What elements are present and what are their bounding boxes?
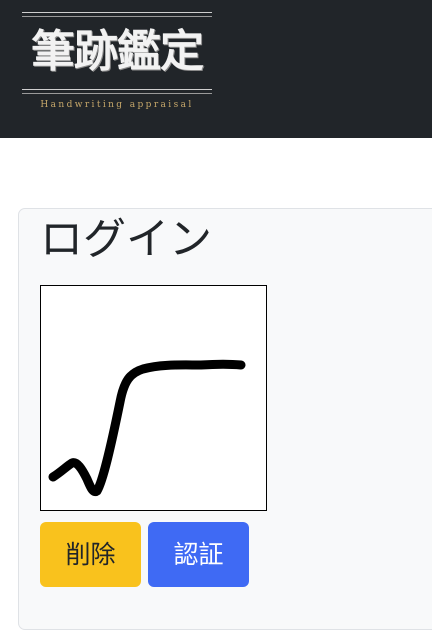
clear-button[interactable]: 削除 [40, 522, 141, 587]
site-logo[interactable]: 筆跡鑑定 Handwriting appraisal [22, 12, 212, 120]
logo-rule-bottom [22, 89, 212, 90]
logo-rule-top-inner [22, 16, 212, 17]
signature-stroke-icon [48, 359, 246, 497]
authenticate-button[interactable]: 認証 [148, 522, 249, 587]
signature-stroke [48, 359, 246, 497]
logo-title: 筆跡鑑定 [31, 26, 204, 77]
logo-rule-bottom-inner [22, 93, 212, 94]
login-title: ログイン [40, 215, 212, 265]
logo-subtitle: Handwriting appraisal [40, 100, 194, 110]
site-header: 筆跡鑑定 Handwriting appraisal [0, 0, 432, 138]
logo-rule-top [22, 12, 212, 13]
signature-canvas[interactable] [40, 285, 267, 511]
